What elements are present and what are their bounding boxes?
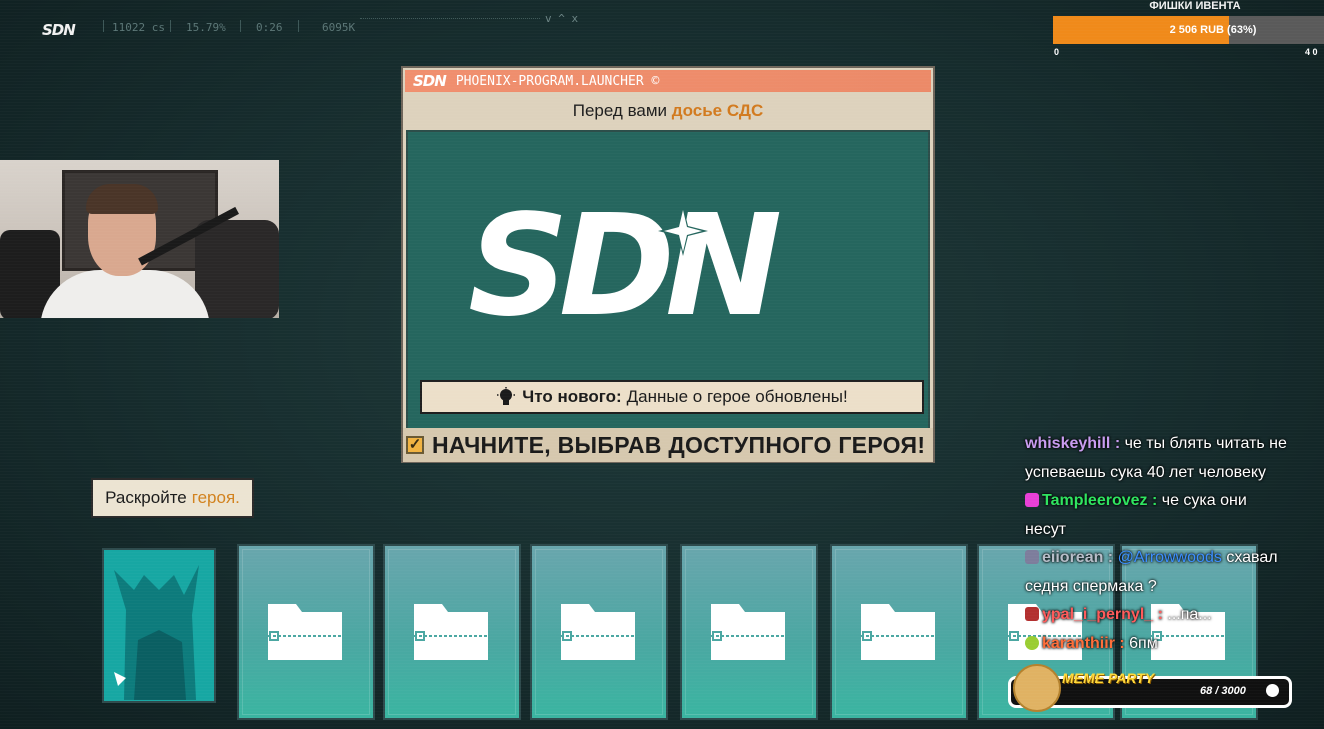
launcher-subtitle: Перед вами досье СДС [403, 96, 933, 126]
chat-message: ypal_i_pernyl_ : ...па... [1025, 601, 1324, 630]
zip-folder-icon [561, 604, 635, 660]
locked-hero-card[interactable] [680, 544, 818, 720]
sdn-logo-text: SDN [468, 196, 780, 336]
sdn-logo: SDN [468, 196, 790, 336]
start-checkbox[interactable]: ✓ [406, 436, 424, 454]
chat-message-continued: седня спермака ? [1025, 573, 1324, 602]
webcam-person-hair [86, 184, 158, 214]
reveal-prefix: Раскройте [105, 488, 187, 507]
hero-card-selected[interactable] [102, 548, 216, 703]
separator [240, 20, 241, 32]
locked-hero-card[interactable] [383, 544, 521, 720]
reveal-hero-label: Раскройте героя. [91, 478, 254, 518]
zip-folder-icon [414, 604, 488, 660]
start-prompt: ✓ НАЧНИТЕ, ВЫБРАВ ДОСТУПНОГО ГЕРОЯ! [403, 428, 933, 462]
reveal-highlight: героя. [191, 488, 240, 507]
news-banner: Что нового: Данные о герое обновлены! [420, 380, 924, 414]
hero-silhouette [104, 550, 214, 700]
chat-username: Tampleerovez [1042, 492, 1148, 509]
chat-mention[interactable]: @Arrowwoods [1118, 549, 1222, 566]
launcher-brand-logo: SDN [413, 72, 447, 90]
chat-username: karanthiir [1042, 634, 1115, 652]
chat-username: whiskeyhill [1025, 435, 1111, 452]
heart-badge-icon [1025, 493, 1039, 507]
chat-message-continued: успеваешь сука 40 лет человеку [1025, 459, 1324, 488]
separator [170, 20, 171, 32]
chat-message: Tampleerovez : че сука они [1025, 487, 1324, 516]
event-title: ФИШКИ ИВЕНТА [1149, 0, 1241, 12]
chat-text: седня спермака ? [1025, 577, 1157, 595]
top-status-bar: SDN 11022 cs 15.79% 0:26 6095K v ^ x [0, 0, 1000, 44]
chat-text: схавал [1226, 549, 1278, 566]
meme-party-title: MEME PARTY [1062, 670, 1155, 686]
chat-message: karanthiir : 6пм [1025, 630, 1324, 659]
chat-overlay: whiskeyhill : че ты блять читать не успе… [1025, 430, 1324, 658]
chat-message-continued: несут [1025, 516, 1324, 545]
zip-folder-icon [268, 604, 342, 660]
subtitle-prefix: Перед вами [572, 101, 668, 120]
window-controls[interactable]: v ^ x [545, 12, 578, 25]
locked-hero-card[interactable] [237, 544, 375, 720]
webcam-chair [195, 220, 279, 318]
news-text: Данные о герое обновлены! [626, 387, 848, 406]
chat-username: eiiorean [1042, 549, 1104, 566]
stat-memory: 6095K [322, 21, 356, 34]
event-min-label: 0 [1054, 47, 1060, 57]
chat-message: whiskeyhill : че ты блять читать не [1025, 435, 1287, 452]
zip-folder-icon [861, 604, 935, 660]
frog-badge-icon [1025, 635, 1039, 650]
event-progress-label: 2 506 RUB (63%) [1169, 24, 1257, 36]
webcam-person-body [40, 270, 210, 318]
launcher-titlebar: SDN PHOENIX-PROGRAM.LAUNCHER © [405, 70, 931, 92]
news-label: Что нового: [522, 387, 622, 406]
chat-text: ...па... [1167, 606, 1212, 623]
lightbulb-icon [497, 387, 516, 405]
start-text: НАЧНИТЕ, ВЫБРАВ ДОСТУПНОГО ГЕРОЯ! [432, 431, 926, 458]
subtitle-highlight: досье СДС [671, 101, 764, 120]
chat-text: успеваешь сука 40 лет человеку [1025, 463, 1267, 481]
stat-cs: 11022 cs [112, 21, 165, 34]
chat-text: несут [1025, 520, 1067, 538]
cat-badge-icon [1025, 550, 1039, 564]
separator [298, 20, 299, 32]
doge-icon [1013, 664, 1061, 712]
separator [103, 20, 104, 32]
locked-hero-card[interactable] [530, 544, 668, 720]
chat-message: eiiorean : @Arrowwoods схавал [1025, 544, 1324, 573]
meme-party-count: 68 / 3000 [1200, 685, 1246, 697]
event-max-label: 4 0 [1305, 47, 1318, 57]
brand-logo: SDN [42, 21, 76, 39]
chat-text: че сука они [1161, 492, 1247, 509]
chat-text: 6пм [1129, 634, 1158, 652]
stat-time: 0:26 [256, 21, 283, 34]
launcher-screen: SDN Что нового: Данные о герое обновлены… [406, 130, 930, 460]
chat-text: че ты блять читать не [1124, 435, 1287, 452]
zip-folder-icon [711, 604, 785, 660]
locked-hero-card[interactable] [830, 544, 968, 720]
launcher-window: SDN PHOENIX-PROGRAM.LAUNCHER © Перед вам… [401, 66, 935, 463]
chat-username: ypal_i_pernyl_ [1042, 606, 1154, 623]
webcam-overlay [0, 160, 279, 318]
stat-percent: 15.79% [186, 21, 226, 34]
stamp-badge-icon [1025, 607, 1039, 621]
skull-icon [1266, 684, 1279, 697]
launcher-title: PHOENIX-PROGRAM.LAUNCHER © [455, 73, 660, 89]
event-progress-bar: 2 506 RUB (63%) [1053, 16, 1324, 44]
divider [360, 18, 540, 19]
